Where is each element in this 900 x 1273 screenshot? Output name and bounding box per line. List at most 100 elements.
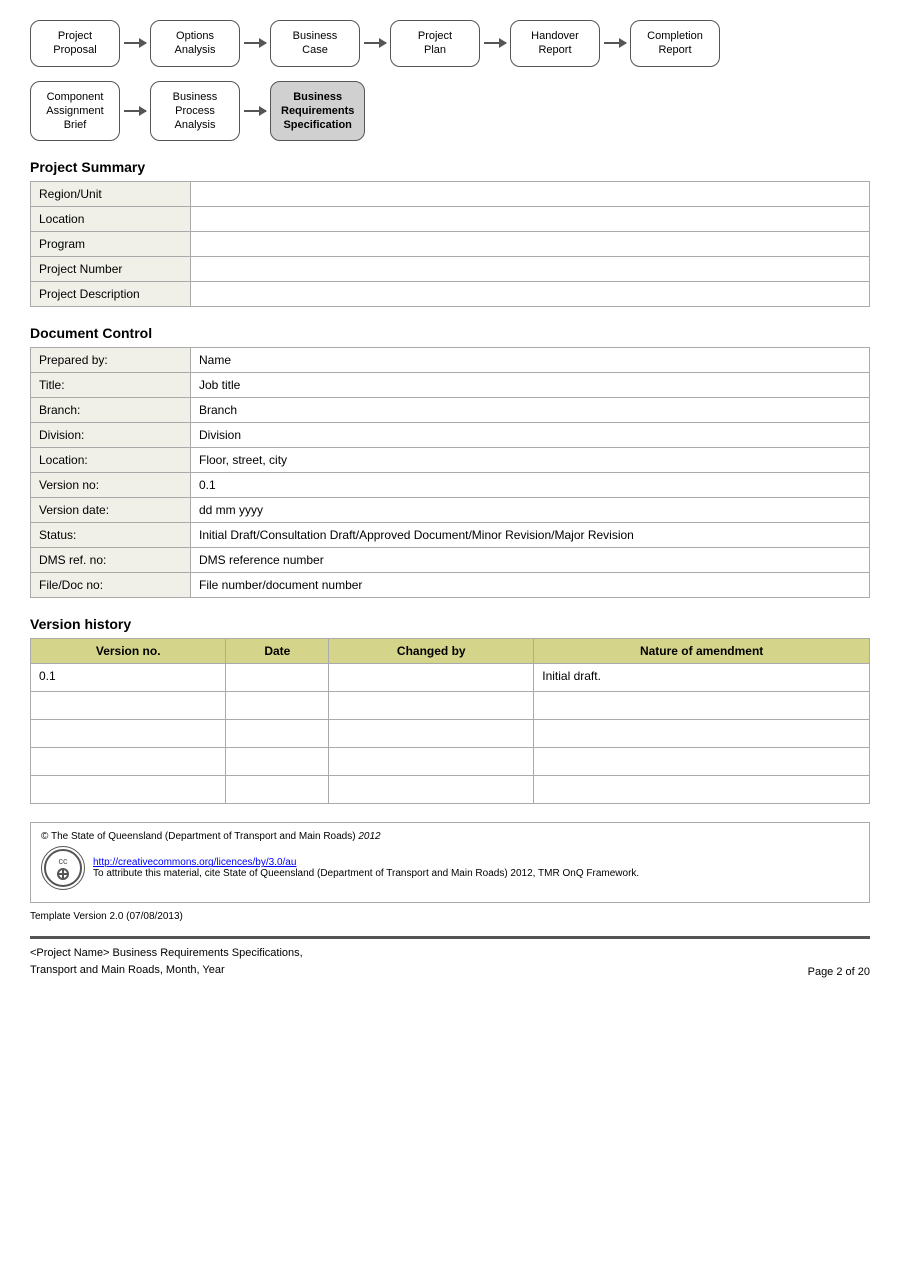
- table-row: Project Number: [31, 257, 870, 282]
- value-prepared-by: Name: [191, 348, 870, 373]
- flow-node-completion-report: CompletionReport: [630, 20, 720, 67]
- label-dc-location: Location:: [31, 448, 191, 473]
- table-row: Version no: 0.1: [31, 473, 870, 498]
- footer-line1: <Project Name> Business Requirements Spe…: [30, 945, 303, 962]
- value-file-doc: File number/document number: [191, 573, 870, 598]
- cell-version: 0.1: [31, 664, 226, 692]
- table-row: Branch: Branch: [31, 398, 870, 423]
- cell-nature: Initial draft.: [534, 664, 870, 692]
- table-row: Prepared by: Name: [31, 348, 870, 373]
- value-title: Job title: [191, 373, 870, 398]
- cell-date: [226, 720, 329, 748]
- table-row: Location: [31, 207, 870, 232]
- cell-version: [31, 748, 226, 776]
- label-division: Division:: [31, 423, 191, 448]
- cell-date: [226, 692, 329, 720]
- label-title: Title:: [31, 373, 191, 398]
- arrow-3: [364, 42, 386, 44]
- version-history-header-row: Version no. Date Changed by Nature of am…: [31, 639, 870, 664]
- cc-details: http://creativecommons.org/licences/by/3…: [93, 857, 639, 879]
- value-branch: Branch: [191, 398, 870, 423]
- arrow-2: [244, 42, 266, 44]
- label-location: Location: [31, 207, 191, 232]
- table-row: Version date: dd mm yyyy: [31, 498, 870, 523]
- value-location: [191, 207, 870, 232]
- table-row: Status: Initial Draft/Consultation Draft…: [31, 523, 870, 548]
- label-program: Program: [31, 232, 191, 257]
- flow-row-1: ProjectProposal OptionsAnalysis Business…: [30, 20, 870, 67]
- label-dms-ref: DMS ref. no:: [31, 548, 191, 573]
- arrow-5: [604, 42, 626, 44]
- arrow-7: [244, 110, 266, 112]
- document-control-table: Prepared by: Name Title: Job title Branc…: [30, 347, 870, 598]
- table-row: 0.1 Initial draft.: [31, 664, 870, 692]
- cell-version: [31, 720, 226, 748]
- flow-node-business-case: BusinessCase: [270, 20, 360, 67]
- label-branch: Branch:: [31, 398, 191, 423]
- project-summary-heading: Project Summary: [30, 159, 870, 175]
- value-project-number: [191, 257, 870, 282]
- cell-nature: [534, 720, 870, 748]
- label-region-unit: Region/Unit: [31, 182, 191, 207]
- project-summary-table: Region/Unit Location Program Project Num…: [30, 181, 870, 307]
- label-version-no: Version no:: [31, 473, 191, 498]
- value-dms-ref: DMS reference number: [191, 548, 870, 573]
- cell-version: [31, 692, 226, 720]
- label-prepared-by: Prepared by:: [31, 348, 191, 373]
- table-row: Project Description: [31, 282, 870, 307]
- svg-text:cc: cc: [59, 856, 69, 866]
- flow-node-component-assignment: ComponentAssignmentBrief: [30, 81, 120, 142]
- value-dc-location: Floor, street, city: [191, 448, 870, 473]
- cell-nature: [534, 748, 870, 776]
- version-history-table: Version no. Date Changed by Nature of am…: [30, 638, 870, 804]
- cell-date: [226, 664, 329, 692]
- col-date: Date: [226, 639, 329, 664]
- copyright-text: © The State of Queensland (Department of…: [41, 831, 859, 842]
- cc-icon: cc: [41, 846, 85, 890]
- footer-line2: Transport and Main Roads, Month, Year: [30, 962, 303, 979]
- document-control-heading: Document Control: [30, 325, 870, 341]
- value-project-description: [191, 282, 870, 307]
- flow-node-options-analysis: OptionsAnalysis: [150, 20, 240, 67]
- label-status: Status:: [31, 523, 191, 548]
- table-row: Title: Job title: [31, 373, 870, 398]
- arrow-1: [124, 42, 146, 44]
- col-changed-by: Changed by: [329, 639, 534, 664]
- template-version: Template Version 2.0 (07/08/2013): [30, 911, 870, 922]
- cc-link[interactable]: http://creativecommons.org/licences/by/3…: [93, 857, 639, 868]
- arrow-6: [124, 110, 146, 112]
- table-row: [31, 692, 870, 720]
- cell-date: [226, 776, 329, 804]
- cell-version: [31, 776, 226, 804]
- value-version-no: 0.1: [191, 473, 870, 498]
- label-version-date: Version date:: [31, 498, 191, 523]
- flow-node-business-requirements: BusinessRequirementsSpecification: [270, 81, 365, 142]
- attribution-text: To attribute this material, cite State o…: [93, 868, 639, 879]
- page-footer: <Project Name> Business Requirements Spe…: [30, 936, 870, 978]
- page-footer-left: <Project Name> Business Requirements Spe…: [30, 945, 303, 978]
- cc-row: cc http://creativecommons.org/licences/b…: [41, 846, 859, 890]
- flow-node-project-proposal: ProjectProposal: [30, 20, 120, 67]
- cell-changed-by: [329, 692, 534, 720]
- cell-nature: [534, 776, 870, 804]
- arrow-4: [484, 42, 506, 44]
- table-row: Program: [31, 232, 870, 257]
- cell-changed-by: [329, 664, 534, 692]
- table-row: [31, 748, 870, 776]
- table-row: DMS ref. no: DMS reference number: [31, 548, 870, 573]
- flow-node-handover-report: HandoverReport: [510, 20, 600, 67]
- label-project-number: Project Number: [31, 257, 191, 282]
- value-version-date: dd mm yyyy: [191, 498, 870, 523]
- label-project-description: Project Description: [31, 282, 191, 307]
- cell-date: [226, 748, 329, 776]
- col-nature: Nature of amendment: [534, 639, 870, 664]
- value-program: [191, 232, 870, 257]
- cell-changed-by: [329, 720, 534, 748]
- value-region-unit: [191, 182, 870, 207]
- table-row: [31, 720, 870, 748]
- copyright-box: © The State of Queensland (Department of…: [30, 822, 870, 903]
- value-division: Division: [191, 423, 870, 448]
- flow-node-project-plan: ProjectPlan: [390, 20, 480, 67]
- page-number: Page 2 of 20: [808, 966, 870, 978]
- table-row: Location: Floor, street, city: [31, 448, 870, 473]
